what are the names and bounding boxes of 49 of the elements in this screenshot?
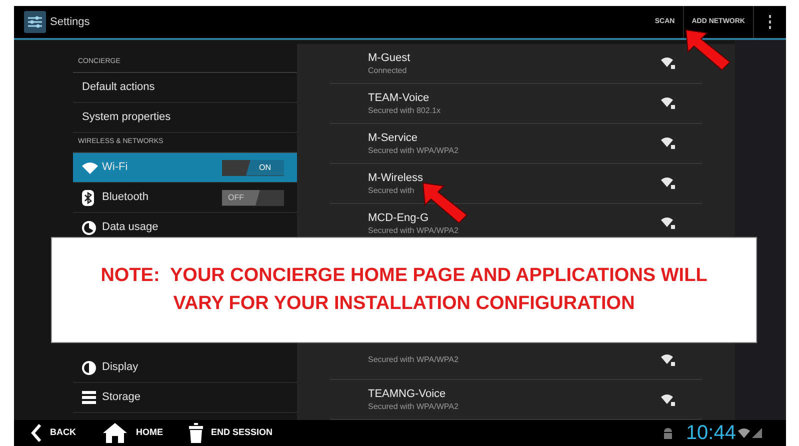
wifi-lock-icon <box>660 136 676 150</box>
nav-button[interactable]: HOME <box>102 422 163 444</box>
bluetooth-icon <box>82 190 94 206</box>
overflow-menu-icon[interactable] <box>768 15 772 29</box>
wifi-lock-icon <box>660 216 676 230</box>
network-status: Secured with WPA/WPA2 <box>368 401 460 412</box>
wifi-icon <box>82 162 98 174</box>
pointer-arrow <box>685 29 731 71</box>
clock: 10:44 <box>686 423 736 443</box>
network-name: M-Guest <box>368 50 412 65</box>
chevron-left-icon <box>30 423 42 443</box>
house-icon <box>102 422 128 444</box>
wifi-signal-icon <box>738 428 750 438</box>
settings-item[interactable]: Wi-Fi ON <box>73 153 297 183</box>
trash-icon <box>189 423 203 443</box>
cell-signal-icon <box>752 428 762 438</box>
brightness-icon <box>82 360 96 374</box>
network-name: TEAMNG-Voice <box>368 387 447 402</box>
wifi-lock-icon <box>660 352 676 367</box>
network-name: M-Service <box>368 130 419 145</box>
nav-button[interactable]: END SESSION <box>189 423 273 443</box>
settings-item[interactable]: Display <box>73 353 297 383</box>
network-status: Connected <box>368 64 408 76</box>
storage-icon <box>82 391 96 404</box>
wifi-lock-icon <box>660 176 676 190</box>
settings-item[interactable]: Storage <box>73 383 297 413</box>
network-status: Secured with <box>368 184 416 196</box>
network-name: MCD-Eng-G <box>368 210 430 224</box>
toggle-switch[interactable]: OFF <box>222 190 284 206</box>
network-status: Secured with WPA/WPA2 <box>368 144 460 156</box>
wifi-lock-icon <box>660 56 676 70</box>
settings-sliders-icon[interactable] <box>24 11 46 33</box>
android-robot-icon <box>662 426 674 440</box>
network-name: M-Wireless <box>368 170 424 185</box>
note-text: NOTE: YOUR CONCIERGE HOME PAGE AND APPLICATIONS WILL <box>100 264 708 288</box>
network-status: Secured with 802.1x <box>368 104 442 116</box>
note-text: VARY FOR YOUR INSTALLATION CONFIGURATION <box>173 292 635 316</box>
settings-item[interactable]: Bluetooth OFF <box>73 183 297 213</box>
window-title: Settings <box>50 14 91 30</box>
toggle-label: ON <box>259 162 271 174</box>
wifi-lock-icon <box>660 392 676 407</box>
network-status: Secured with WPA/WPA2 <box>368 224 460 236</box>
nav-button[interactable]: BACK <box>30 423 76 443</box>
network-name: TEAM-Voice <box>368 90 430 105</box>
wifi-lock-icon <box>660 96 676 110</box>
toggle-label: OFF <box>228 192 244 204</box>
network-status: Secured with WPA/WPA2 <box>368 354 460 366</box>
toggle-switch[interactable]: ON <box>222 160 284 176</box>
pie-chart-icon <box>82 220 96 234</box>
